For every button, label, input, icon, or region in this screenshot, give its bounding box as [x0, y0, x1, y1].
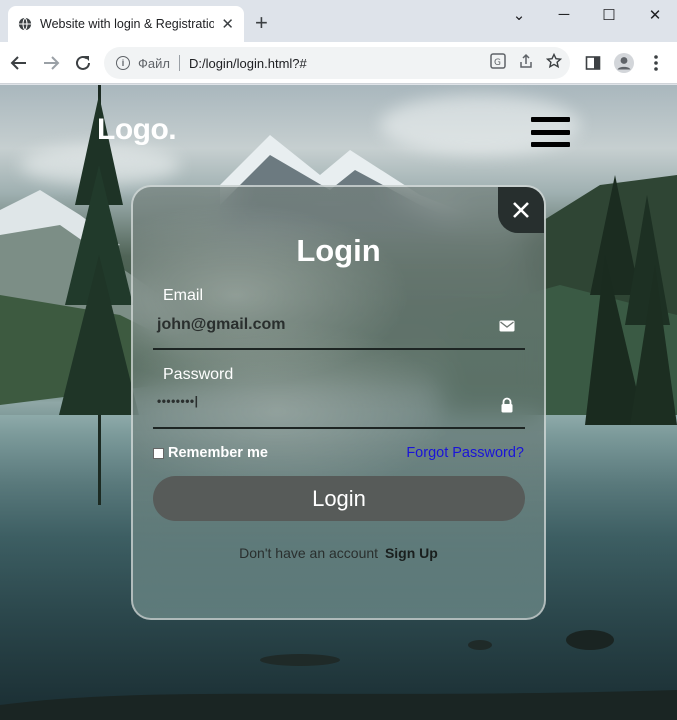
close-icon[interactable] [498, 187, 544, 233]
back-icon[interactable] [9, 53, 29, 73]
browser-tab[interactable]: Website with login & Registration ✕ [8, 6, 244, 42]
globe-icon [18, 17, 32, 31]
hamburger-menu-icon[interactable] [531, 117, 570, 147]
maximize-button[interactable]: ☐ [598, 6, 620, 24]
password-underline [153, 427, 525, 429]
signup-prompt-text: Don't have an account [239, 545, 379, 561]
translate-icon[interactable]: G [490, 53, 506, 69]
hamburger-bar [531, 129, 570, 135]
tab-list-button[interactable]: ⌄ [508, 6, 530, 24]
address-bar[interactable]: i Файл D:/login/login.html?# G [104, 47, 570, 79]
hamburger-bar [531, 117, 570, 122]
login-title: Login [296, 233, 381, 268]
share-icon[interactable] [518, 53, 534, 69]
page-viewport: Logo. Login Email john@gmail.com Passwor… [0, 85, 677, 720]
shore-rocks [0, 630, 677, 720]
remember-checkbox[interactable] [153, 447, 164, 459]
window-close-button[interactable]: ✕ [644, 6, 666, 24]
omnibox-divider [178, 55, 180, 71]
signup-link[interactable]: Sign Up [385, 545, 438, 561]
reload-icon[interactable] [73, 53, 93, 73]
email-field[interactable]: john@gmail.com [157, 316, 286, 334]
minimize-button[interactable]: ─ [553, 6, 575, 23]
forward-icon[interactable] [41, 53, 61, 73]
signup-prompt: Don't have an account Sign Up [133, 545, 544, 561]
forest [585, 175, 677, 425]
omnibox-actions: G [490, 53, 562, 69]
remember-me[interactable]: Remember me [153, 445, 268, 461]
side-panel-icon[interactable] [583, 53, 603, 73]
remember-label: Remember me [168, 445, 268, 461]
url-text[interactable]: D:/login/login.html?# [189, 56, 307, 71]
file-scheme-label: Файл [138, 55, 170, 71]
login-button[interactable]: Login [153, 476, 525, 521]
email-label: Email [163, 287, 204, 304]
hamburger-bar [531, 142, 570, 147]
password-label: Password [163, 366, 234, 383]
browser-toolbar: i Файл D:/login/login.html?# G [0, 42, 677, 84]
tab-title: Website with login & Registration [40, 17, 214, 31]
site-logo[interactable]: Logo. [97, 113, 177, 147]
svg-text:G: G [494, 58, 501, 68]
bookmark-star-icon[interactable] [546, 53, 562, 69]
lock-icon [501, 397, 513, 413]
email-underline [153, 348, 525, 350]
new-tab-button[interactable]: + [255, 12, 268, 34]
tab-bar: Website with login & Registration ✕ + ⌄ … [0, 0, 677, 42]
profile-avatar-icon[interactable] [614, 53, 634, 73]
tab-close-icon[interactable]: ✕ [221, 15, 234, 33]
info-icon[interactable]: i [116, 56, 130, 70]
mail-icon [499, 320, 515, 332]
password-field[interactable]: ••••••••| [157, 394, 198, 408]
forgot-password-link[interactable]: Forgot Password? [406, 445, 524, 461]
more-menu-icon[interactable] [646, 53, 666, 73]
login-panel: Login Email john@gmail.com Password ••••… [131, 185, 546, 620]
